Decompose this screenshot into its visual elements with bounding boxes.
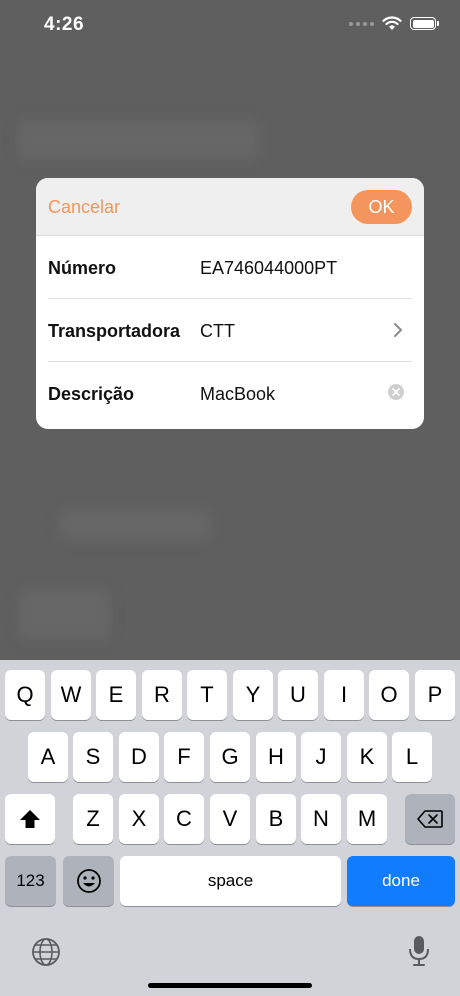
key-b[interactable]: B bbox=[256, 794, 296, 844]
cancel-button[interactable]: Cancelar bbox=[48, 197, 120, 218]
descricao-label: Descrição bbox=[48, 384, 135, 404]
transportadora-label: Transportadora bbox=[48, 321, 181, 341]
status-icons bbox=[349, 16, 439, 31]
status-bar: 4:26 bbox=[0, 0, 460, 50]
key-i[interactable]: I bbox=[324, 670, 364, 720]
key-j[interactable]: J bbox=[301, 732, 341, 782]
numbers-key[interactable]: 123 bbox=[5, 856, 56, 906]
emoji-icon bbox=[76, 869, 101, 893]
key-v[interactable]: V bbox=[210, 794, 250, 844]
key-w[interactable]: W bbox=[51, 670, 91, 720]
clear-icon[interactable] bbox=[388, 384, 404, 400]
key-o[interactable]: O bbox=[369, 670, 409, 720]
transportadora-value: CTT bbox=[200, 321, 235, 341]
ok-button[interactable]: OK bbox=[351, 190, 412, 224]
key-z[interactable]: Z bbox=[73, 794, 113, 844]
chevron-right-icon bbox=[394, 323, 402, 337]
microphone-icon[interactable] bbox=[407, 934, 431, 968]
signal-icon bbox=[349, 21, 374, 26]
key-a[interactable]: A bbox=[28, 732, 68, 782]
descricao-row[interactable]: Descrição MacBook bbox=[36, 362, 424, 425]
key-c[interactable]: C bbox=[164, 794, 204, 844]
transportadora-row[interactable]: Transportadora CTT bbox=[36, 299, 424, 362]
keyboard: Q W E R T Y U I O P A S D F G H J K L Z … bbox=[0, 660, 460, 996]
key-d[interactable]: D bbox=[119, 732, 159, 782]
key-x[interactable]: X bbox=[119, 794, 159, 844]
backspace-icon bbox=[417, 810, 443, 828]
key-h[interactable]: H bbox=[256, 732, 296, 782]
emoji-key[interactable] bbox=[63, 856, 114, 906]
numero-row[interactable]: Número EA746044000PT bbox=[36, 236, 424, 299]
shift-icon bbox=[20, 810, 40, 828]
battery-icon bbox=[410, 17, 439, 30]
globe-icon[interactable] bbox=[31, 937, 61, 967]
numero-label: Número bbox=[48, 258, 117, 278]
key-l[interactable]: L bbox=[392, 732, 432, 782]
key-n[interactable]: N bbox=[301, 794, 341, 844]
status-time: 4:26 bbox=[44, 14, 85, 35]
done-key[interactable]: done bbox=[347, 856, 455, 906]
tracking-dialog: Cancelar OK Número EA746044000PT Transpo… bbox=[36, 178, 424, 429]
key-p[interactable]: P bbox=[415, 670, 455, 720]
backspace-key[interactable] bbox=[405, 794, 455, 844]
key-t[interactable]: T bbox=[187, 670, 227, 720]
key-f[interactable]: F bbox=[164, 732, 204, 782]
key-e[interactable]: E bbox=[96, 670, 136, 720]
key-m[interactable]: M bbox=[347, 794, 387, 844]
home-indicator bbox=[148, 983, 312, 988]
key-y[interactable]: Y bbox=[233, 670, 273, 720]
wifi-icon bbox=[382, 16, 402, 30]
key-s[interactable]: S bbox=[73, 732, 113, 782]
key-r[interactable]: R bbox=[142, 670, 182, 720]
key-q[interactable]: Q bbox=[5, 670, 45, 720]
key-u[interactable]: U bbox=[278, 670, 318, 720]
key-k[interactable]: K bbox=[347, 732, 387, 782]
shift-key[interactable] bbox=[5, 794, 55, 844]
descricao-field[interactable]: MacBook bbox=[200, 384, 275, 405]
key-g[interactable]: G bbox=[210, 732, 250, 782]
dialog-header: Cancelar OK bbox=[36, 178, 424, 236]
space-key[interactable]: space bbox=[120, 856, 341, 906]
numero-field[interactable]: EA746044000PT bbox=[200, 258, 337, 279]
